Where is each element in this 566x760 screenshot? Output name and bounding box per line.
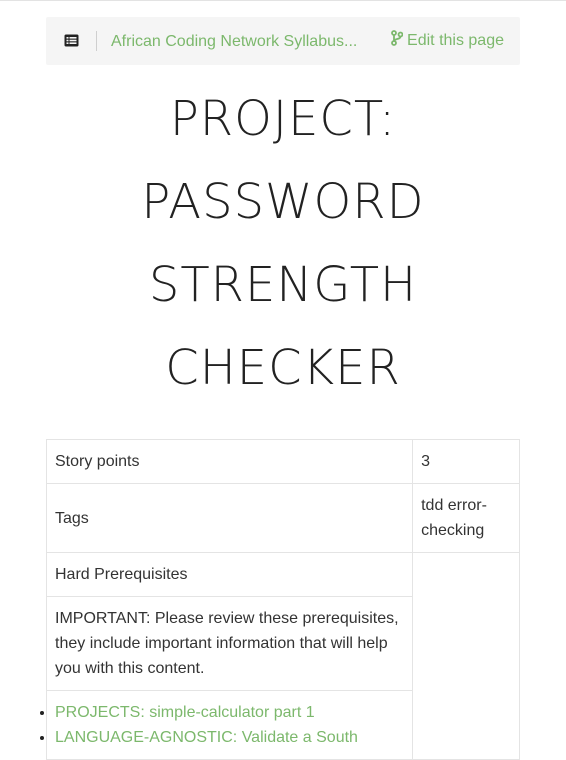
code-branch-icon [391, 30, 404, 53]
table-row: Story points 3 [45, 439, 520, 484]
top-navigation-bar: African Coding Network Syllabus... Edit … [46, 17, 520, 65]
page-title-line: CHECKER [165, 340, 401, 396]
page-title-line: PASSWORD [141, 174, 425, 230]
list-item: PROJECTS: simple-calculator part 1 [55, 700, 404, 725]
prerequisite-link[interactable]: PROJECTS: simple-calculator part 1 [55, 704, 315, 721]
story-points-label: Story points [45, 439, 414, 484]
breadcrumb-link[interactable]: African Coding Network Syllabus... [111, 31, 373, 53]
edit-page-link[interactable]: Edit this page [391, 30, 504, 53]
tags-value: tdd error-checking [412, 483, 520, 553]
page-title-line: STRENGTH [148, 257, 418, 313]
hard-prerequisites-value [412, 552, 520, 760]
edit-page-label: Edit this page [407, 32, 504, 49]
page-title: PROJECT: PASSWORD STRENGTH CHECKER [46, 78, 520, 410]
metadata-table: Story points 3 Tags tdd error-checking H… [45, 439, 520, 760]
table-row: Hard Prerequisites [45, 552, 520, 760]
hard-prerequisites-label: Hard Prerequisites [45, 552, 414, 597]
prerequisites-list: PROJECTS: simple-calculator part 1 LANGU… [55, 700, 404, 750]
top-divider [0, 0, 566, 1]
list-alt-icon[interactable] [64, 34, 79, 47]
prerequisite-link[interactable]: LANGUAGE-AGNOSTIC: Validate a South [55, 729, 358, 746]
table-row: Tags tdd error-checking [45, 483, 520, 553]
important-note: IMPORTANT: Please review these prerequis… [45, 596, 414, 691]
list-item: LANGUAGE-AGNOSTIC: Validate a South [55, 725, 404, 750]
tags-label: Tags [45, 483, 414, 553]
prerequisites-cell: PROJECTS: simple-calculator part 1 LANGU… [45, 690, 414, 760]
story-points-value: 3 [412, 439, 520, 484]
topbar-separator [96, 31, 97, 51]
page-title-line: PROJECT: [169, 91, 397, 147]
